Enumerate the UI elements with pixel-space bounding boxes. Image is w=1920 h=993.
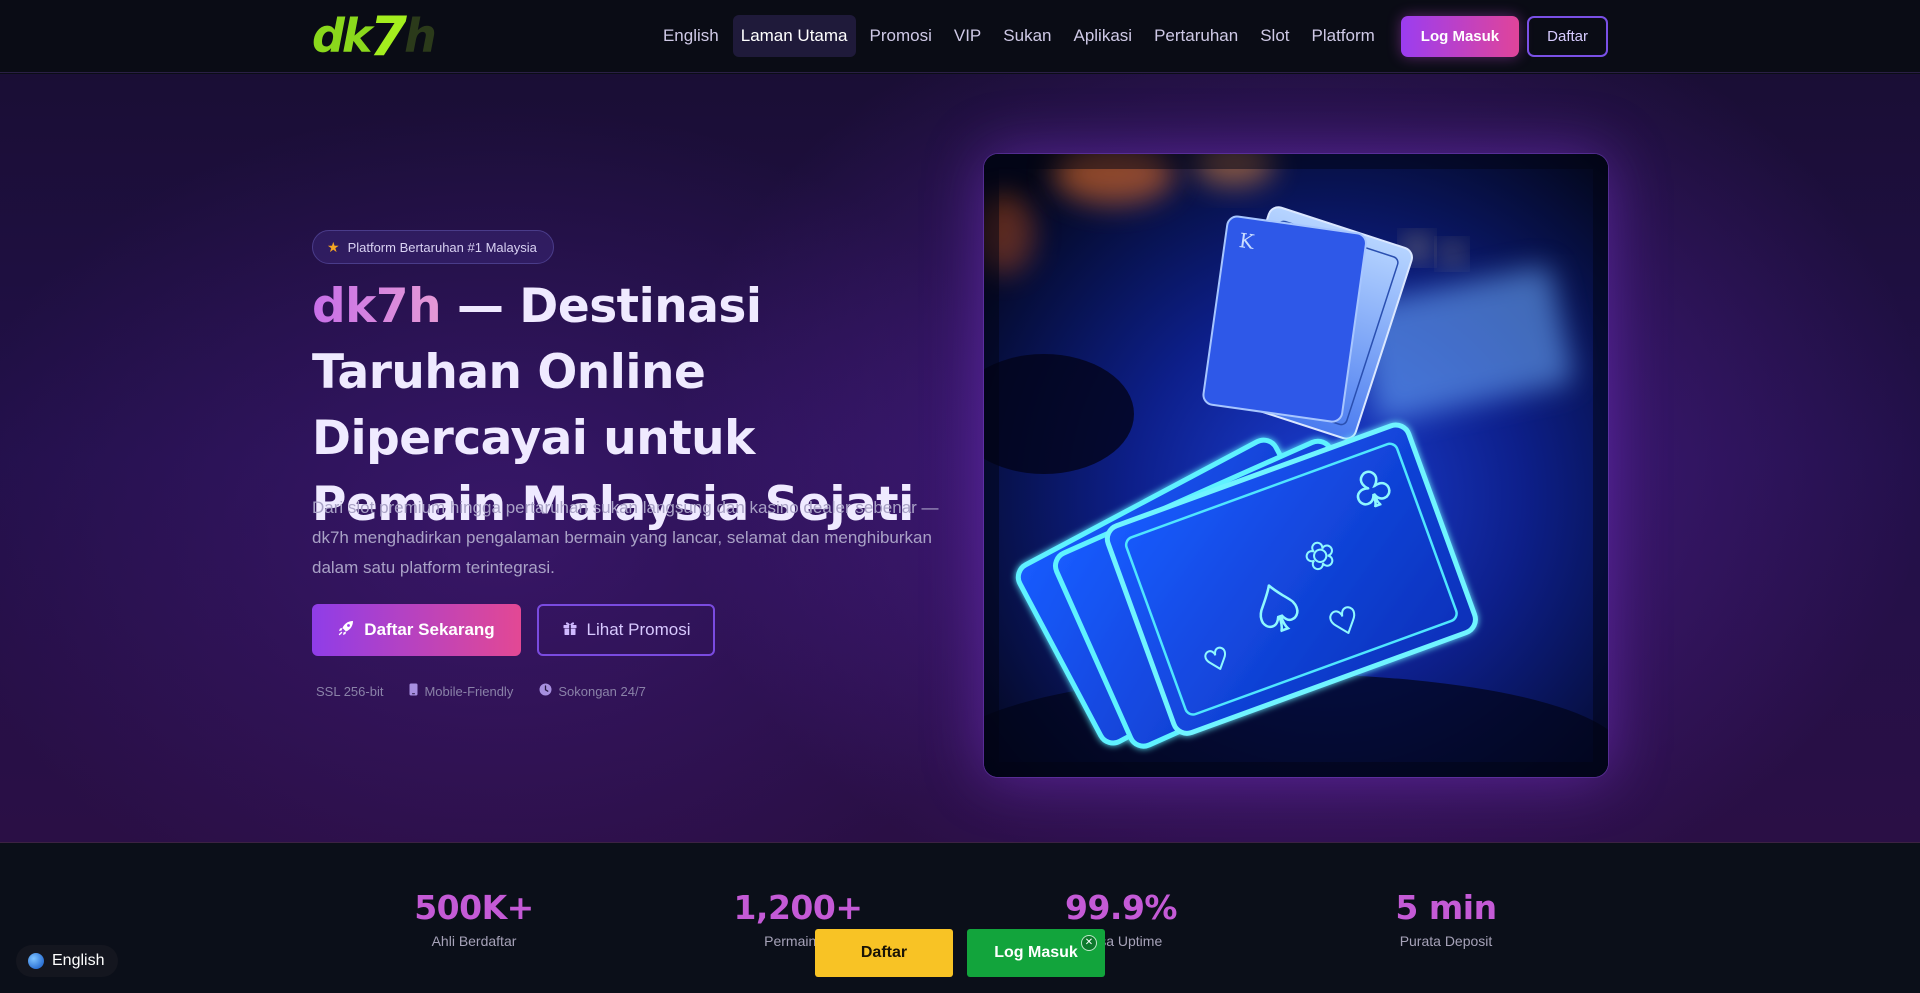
site-header: dk 7 h English Laman Utama Promosi VIP Suk… xyxy=(0,0,1920,73)
stat-members: 500K+ Ahli Berdaftar xyxy=(364,888,584,949)
trust-indicators: SSL 256-bit Mobile-Friendly Sokongan 24/… xyxy=(316,683,646,699)
login-button[interactable]: Log Masuk xyxy=(1400,15,1520,57)
register-now-label: Daftar Sekarang xyxy=(364,620,495,639)
rocket-icon xyxy=(338,620,354,641)
view-promotions-label: Lihat Promosi xyxy=(586,620,691,639)
hero-section: ★ Platform Bertaruhan #1 Malaysia dk7h —… xyxy=(0,74,1920,843)
nav-item-platform[interactable]: Platform xyxy=(1304,15,1383,57)
gift-icon xyxy=(562,620,578,641)
trust-ssl-label: SSL 256-bit xyxy=(316,683,384,699)
trust-item-support: Sokongan 24/7 xyxy=(539,683,646,699)
hero-image-neon-cards: K ♣ K ♣ ♠ ♥ xyxy=(984,154,1608,777)
stats-section: 500K+ Ahli Berdaftar 1,200+ Permainan 99… xyxy=(0,843,1920,993)
headline-brand: dk7h xyxy=(312,279,442,334)
nav-item-sukan[interactable]: Sukan xyxy=(995,15,1059,57)
trust-item-ssl: SSL 256-bit xyxy=(316,684,383,699)
register-now-button[interactable]: Daftar Sekarang xyxy=(312,604,521,656)
stat-members-value: 500K+ xyxy=(414,888,534,927)
clock-icon xyxy=(539,683,552,699)
nav-item-promosi[interactable]: Promosi xyxy=(862,15,940,57)
register-button[interactable]: Daftar xyxy=(1527,15,1608,57)
stat-deposit-value: 5 min xyxy=(1395,888,1497,927)
logo-text-dk: dk xyxy=(312,9,373,63)
language-switcher[interactable]: English xyxy=(16,945,119,977)
neon-cards-illustration: K ♣ K ♣ ♠ ♥ xyxy=(984,154,1608,777)
hero-badge-text: Platform Bertaruhan #1 Malaysia xyxy=(347,239,537,255)
trust-item-mobile: Mobile-Friendly xyxy=(409,683,513,699)
stat-games-value: 1,200+ xyxy=(733,888,863,927)
nav-item-pertaruhan[interactable]: Pertaruhan xyxy=(1146,15,1246,57)
hero-badge: ★ Platform Bertaruhan #1 Malaysia xyxy=(312,230,554,264)
globe-icon xyxy=(28,953,44,969)
trust-mobile-label: Mobile-Friendly xyxy=(424,683,514,699)
mobile-icon xyxy=(409,683,418,699)
view-promotions-button[interactable]: Lihat Promosi xyxy=(537,604,715,656)
nav-item-vip[interactable]: VIP xyxy=(946,15,989,57)
floating-register-button[interactable]: Daftar xyxy=(815,929,953,977)
stat-deposit: 5 min Purata Deposit xyxy=(1336,888,1556,949)
main-nav: English Laman Utama Promosi VIP Sukan Ap… xyxy=(655,14,1608,58)
hero-subtext: Dari slot premium hingga pertaruhan suka… xyxy=(312,498,939,577)
logo-text-h: h xyxy=(404,9,437,63)
trust-support-label: Sokongan 24/7 xyxy=(558,683,646,699)
nav-item-aplikasi[interactable]: Aplikasi xyxy=(1065,15,1140,57)
logo-text-7: 7 xyxy=(369,4,408,68)
brand-logo[interactable]: dk 7 h xyxy=(312,5,437,68)
stat-deposit-label: Purata Deposit xyxy=(1399,933,1493,949)
nav-item-english[interactable]: English xyxy=(655,15,727,57)
nav-item-laman-utama[interactable]: Laman Utama xyxy=(732,15,856,57)
language-switcher-label: English xyxy=(52,952,105,969)
stat-members-label: Ahli Berdaftar xyxy=(431,933,517,949)
close-icon[interactable]: ✕ xyxy=(1081,935,1097,951)
stat-uptime-value: 99.9% xyxy=(1065,888,1178,927)
nav-item-slot[interactable]: Slot xyxy=(1252,15,1297,57)
star-icon: ★ xyxy=(327,238,340,255)
